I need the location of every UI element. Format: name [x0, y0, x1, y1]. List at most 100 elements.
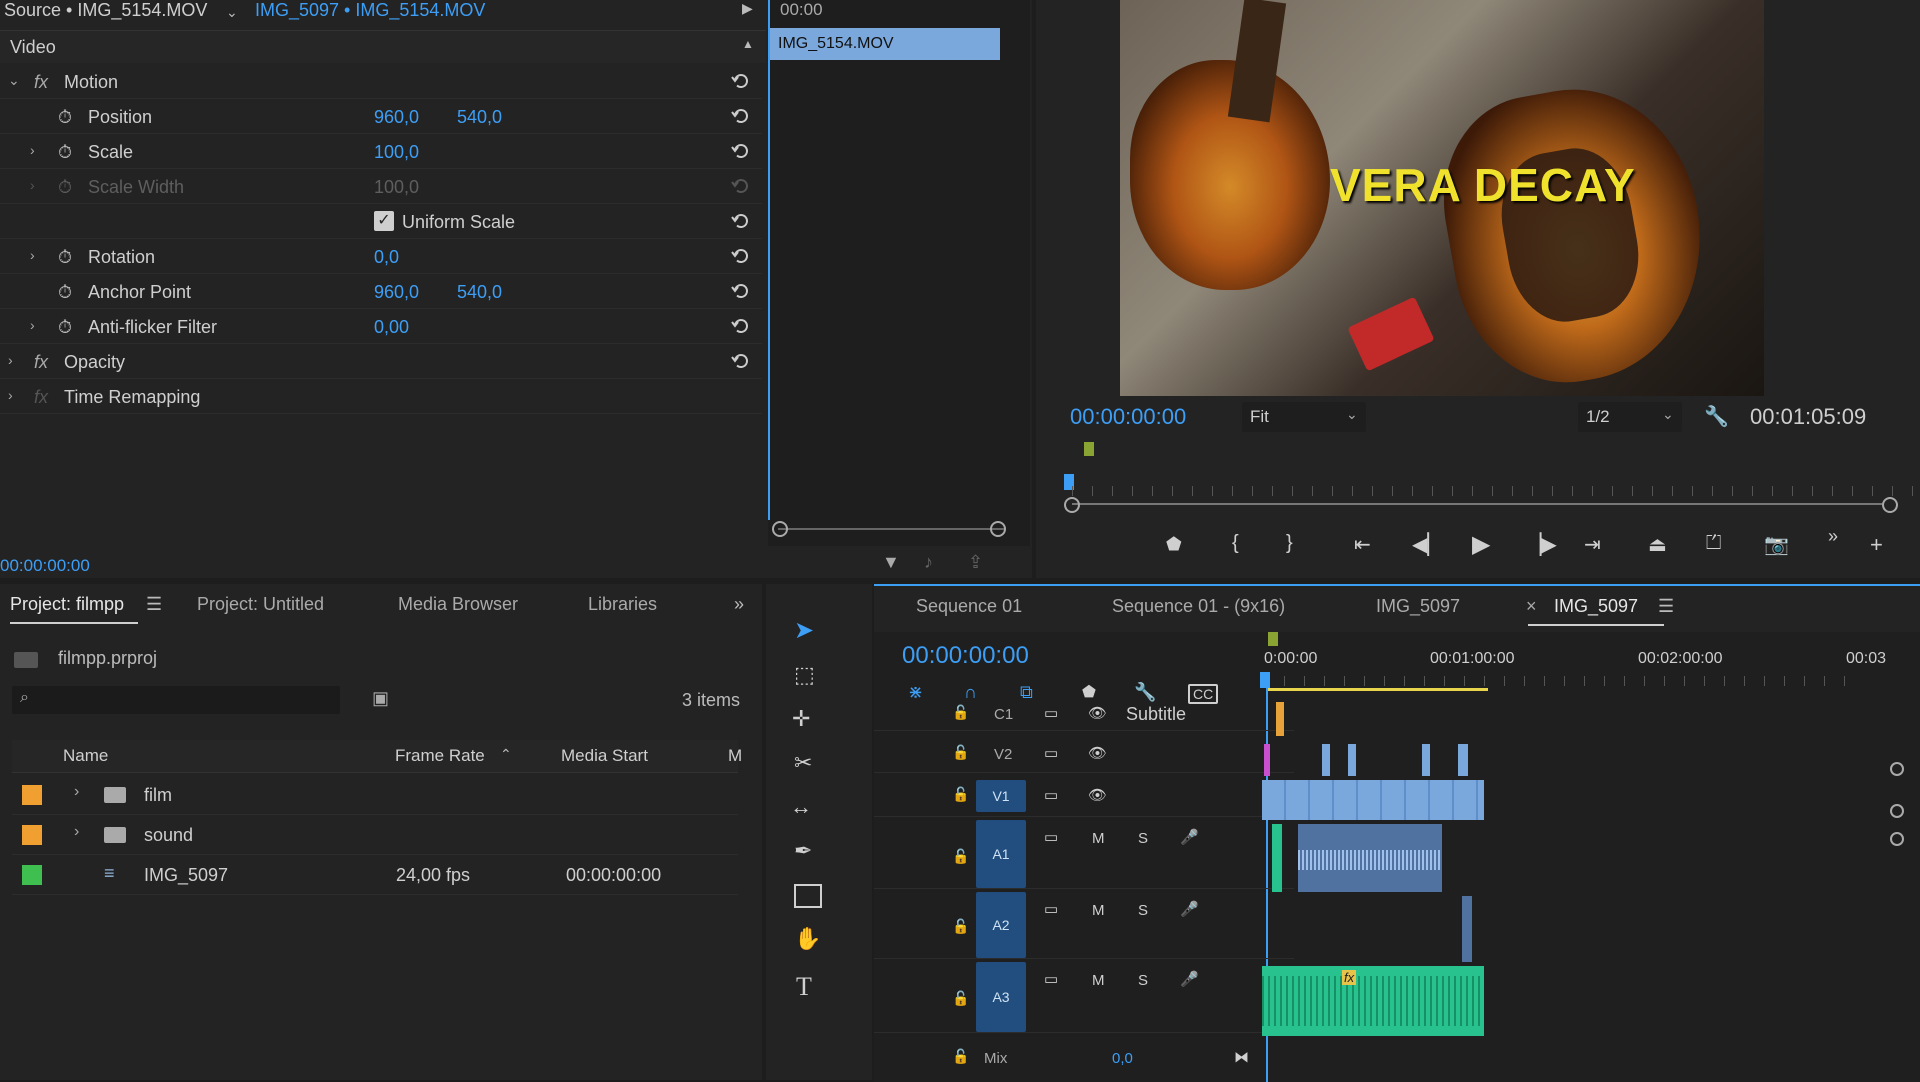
column-frame-rate[interactable]: Frame Rate	[395, 746, 485, 766]
chevron-right-icon[interactable]: ›	[30, 177, 35, 193]
list-item[interactable]: › film	[12, 776, 738, 815]
stopwatch-icon[interactable]: ⏱	[58, 317, 72, 338]
tab-img-5097-active[interactable]: IMG_5097	[1554, 596, 1638, 617]
solo-button[interactable]: S	[1138, 902, 1148, 919]
lift-icon[interactable]: ⏏	[1648, 532, 1667, 557]
tab-project-filmpp[interactable]: Project: filmpp	[10, 594, 124, 615]
eye-icon[interactable]: 👁	[1088, 704, 1107, 722]
hamburger-icon[interactable]: ☰	[146, 594, 162, 615]
effect-controls-time[interactable]: 00:00:00:00	[0, 556, 90, 576]
eye-icon[interactable]: 👁	[1088, 744, 1107, 762]
lock-icon[interactable]: 🔓	[952, 1048, 969, 1064]
rotation-value[interactable]: 0,0	[374, 247, 399, 268]
clip-selector[interactable]: IMG_5097 • IMG_5154.MOV	[255, 0, 485, 21]
mute-button[interactable]: M	[1092, 830, 1105, 847]
chevron-right-icon[interactable]: ›	[30, 247, 35, 263]
close-tab-icon[interactable]: ×	[1526, 596, 1537, 617]
new-bin-from-search-icon[interactable]: ▣	[372, 688, 389, 709]
reset-icon[interactable]	[730, 106, 752, 126]
track-output-icon[interactable]: ▭	[1044, 704, 1058, 722]
scale-row[interactable]: › ⏱ Scale 100,0	[0, 134, 762, 169]
label-color-swatch[interactable]	[22, 785, 42, 805]
mini-clip[interactable]: IMG_5154.MOV	[770, 28, 1000, 60]
chevron-right-icon[interactable]: ›	[8, 352, 13, 368]
scrub-ruler[interactable]	[1072, 486, 1918, 496]
a3-clip[interactable]: fx	[1262, 966, 1484, 1036]
search-input[interactable]: ⌕	[12, 686, 340, 714]
wrench-icon[interactable]: 🔧	[1704, 404, 1729, 429]
mute-button[interactable]: M	[1092, 972, 1105, 989]
mark-out-icon[interactable]: }	[1286, 532, 1293, 555]
add-button-icon[interactable]: +	[1870, 532, 1883, 558]
resolution-dropdown[interactable]: 1/2 ⌄	[1578, 402, 1682, 432]
stopwatch-icon[interactable]: ⏱	[58, 142, 72, 163]
mute-button[interactable]: M	[1092, 902, 1105, 919]
v2-clip[interactable]	[1322, 744, 1330, 776]
position-row[interactable]: ⏱ Position 960,0 540,0	[0, 99, 762, 134]
source-tab[interactable]: Source • IMG_5154.MOV	[4, 0, 207, 21]
timeline-timecode[interactable]: 00:00:00:00	[902, 642, 1029, 670]
eye-icon[interactable]: 👁	[1088, 786, 1107, 804]
mini-playhead[interactable]	[768, 0, 770, 520]
column-name[interactable]: Name	[63, 746, 108, 766]
microphone-icon[interactable]: 🎤	[1180, 970, 1199, 988]
tab-media-browser[interactable]: Media Browser	[398, 594, 518, 615]
playhead-icon[interactable]	[1260, 672, 1270, 688]
scroll-handle-right[interactable]	[990, 521, 1006, 537]
scrub-bar[interactable]	[1072, 503, 1882, 505]
opacity-row[interactable]: › fx Opacity	[0, 344, 762, 379]
fx-icon[interactable]: fx	[34, 72, 48, 93]
scroll-handle-left[interactable]	[772, 521, 788, 537]
mini-scrollbar[interactable]	[778, 528, 1004, 530]
anti-flicker-value[interactable]: 0,00	[374, 317, 409, 338]
tab-sequence-01[interactable]: Sequence 01	[916, 596, 1022, 617]
column-media-start[interactable]: Media Start	[561, 746, 648, 766]
lock-icon[interactable]: 🔓	[952, 786, 969, 802]
work-area-bar[interactable]	[1266, 688, 1488, 691]
anchor-y-value[interactable]: 540,0	[457, 282, 502, 303]
v1-clip[interactable]	[1262, 780, 1484, 820]
collapse-up-icon[interactable]: ▲	[742, 37, 754, 51]
reset-icon[interactable]	[730, 71, 752, 91]
label-color-swatch[interactable]	[22, 825, 42, 845]
program-timecode[interactable]: 00:00:00:00	[1070, 404, 1186, 430]
v2-clip[interactable]	[1348, 744, 1356, 776]
reset-icon[interactable]	[730, 281, 752, 301]
track-label-v2[interactable]: V2	[994, 746, 1012, 763]
hamburger-icon[interactable]: ☰	[1658, 596, 1674, 617]
work-area-marker-icon[interactable]	[1268, 632, 1278, 646]
subtitle-clip[interactable]	[1276, 702, 1284, 736]
track-select-tool-icon[interactable]: ⬚	[794, 662, 815, 688]
go-to-in-icon[interactable]: ⇤	[1354, 532, 1371, 557]
scale-value[interactable]: 100,0	[374, 142, 419, 163]
lock-icon[interactable]: 🔓	[952, 918, 969, 934]
lock-icon[interactable]: 🔓	[952, 990, 969, 1006]
list-item[interactable]: › sound	[12, 816, 738, 855]
tab-libraries[interactable]: Libraries	[588, 594, 657, 615]
track-output-icon[interactable]: ▭	[1044, 744, 1058, 762]
position-x-value[interactable]: 960,0	[374, 107, 419, 128]
mark-in-icon[interactable]: {	[1232, 532, 1239, 555]
tab-sequence-01-9x16[interactable]: Sequence 01 - (9x16)	[1112, 596, 1285, 617]
more-tabs-icon[interactable]: »	[734, 594, 744, 615]
chevron-right-icon[interactable]: ›	[74, 823, 79, 841]
reset-icon[interactable]	[730, 211, 752, 231]
clips-area[interactable]: fx	[1262, 696, 1872, 1082]
lock-icon[interactable]: 🔓	[952, 848, 969, 864]
uniform-scale-checkbox[interactable]: ✓	[374, 211, 394, 231]
slip-tool-icon[interactable]: ↔	[790, 794, 812, 820]
chevron-down-icon[interactable]: ⌄	[226, 4, 238, 21]
reset-icon[interactable]	[730, 351, 752, 371]
anti-flicker-row[interactable]: › ⏱ Anti-flicker Filter 0,00	[0, 309, 762, 344]
rotation-row[interactable]: › ⏱ Rotation 0,0	[0, 239, 762, 274]
tab-img-5097[interactable]: IMG_5097	[1376, 596, 1460, 617]
stopwatch-icon[interactable]: ⏱	[58, 282, 72, 303]
timeline-ruler[interactable]: 0:00:00 00:01:00:00 00:02:00:00 00:03	[1260, 632, 1920, 696]
chevron-right-icon[interactable]: ›	[30, 317, 35, 333]
v2-clip[interactable]	[1458, 744, 1468, 776]
pen-tool-icon[interactable]: ✒	[794, 838, 812, 864]
mini-timeline[interactable]: 00:00 IMG_5154.MOV	[768, 0, 1030, 546]
track-output-icon[interactable]: ▭	[1044, 900, 1058, 918]
rectangle-tool-icon[interactable]	[794, 884, 822, 908]
reset-icon[interactable]	[730, 246, 752, 266]
